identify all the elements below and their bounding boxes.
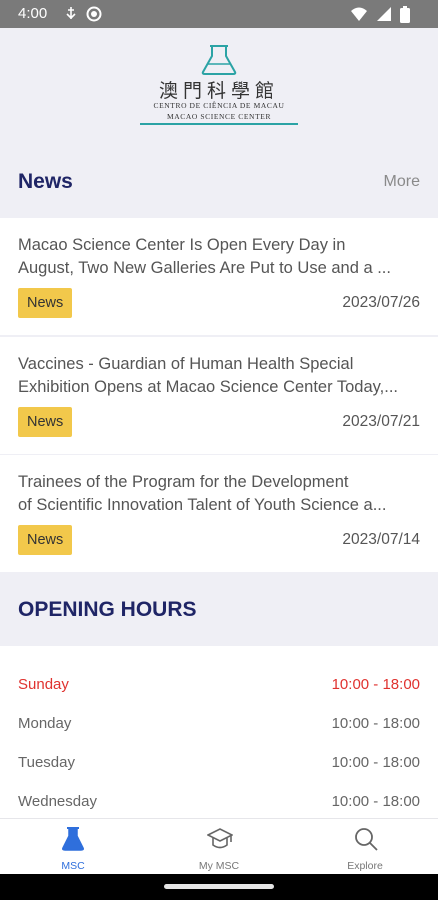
status-bar: 4:00 [0,0,438,28]
nav-tab-label: Explore [347,860,383,872]
opening-hours-header: OPENING HOURS [0,578,438,638]
logo-english-name: MACAO SCIENCE CENTER [166,112,272,121]
hours-value: 10:00 - 18:00 [331,754,420,771]
hours-row-sunday: Sunday 10:00 - 18:00 [18,676,420,700]
news-item-title-line: Vaccines - Guardian of Human Health Spec… [18,355,354,373]
hours-value: 10:00 - 18:00 [331,676,420,693]
news-item-date: 2023/07/21 [342,413,420,430]
home-gesture-handle[interactable] [164,884,274,889]
status-time: 4:00 [18,5,48,22]
nav-tab-label: My MSC [198,860,240,872]
news-item-title-line: August, Two New Galleries Are Put to Use… [18,259,391,277]
nav-tab-label: MSC [61,860,85,872]
hours-row-wednesday: Wednesday 10:00 - 18:00 [18,793,420,817]
news-item[interactable]: Trainees of the Program for the Developm… [0,455,438,572]
news-item-title: Trainees of the Program for the Developm… [18,471,422,517]
battery-icon [400,6,410,23]
logo-portuguese-name: CENTRO DE CIÊNCIA DE MACAU [153,101,285,110]
system-navigation-bar [0,874,438,900]
logo-chinese-name: 澳門科學館 [158,80,279,102]
news-heading: News [18,170,73,193]
bottom-navigation: MSC My MSC Explore [0,818,438,875]
news-item-title-line: Trainees of the Program for the Developm… [18,473,349,491]
day-label: Monday [18,715,72,732]
news-category-badge: News [18,525,73,555]
opening-hours-list: Sunday 10:00 - 18:00 Monday 10:00 - 18:0… [0,646,438,818]
news-item-date: 2023/07/14 [342,531,420,548]
hours-value: 10:00 - 18:00 [331,793,420,810]
logo-underline [140,123,298,125]
hours-row-monday: Monday 10:00 - 18:00 [18,715,420,739]
news-item-date: 2023/07/26 [342,294,420,311]
news-item-title-line: of Scientific Innovation Talent of Youth… [18,496,387,514]
news-category-badge: News [18,407,73,437]
app-notification-icon [86,6,102,22]
news-item-title: Vaccines - Guardian of Human Health Spec… [18,353,422,399]
news-item[interactable]: Vaccines - Guardian of Human Health Spec… [0,337,438,454]
news-item[interactable]: Macao Science Center Is Open Every Day i… [0,218,438,335]
day-label: Sunday [18,676,69,693]
opening-hours-heading: OPENING HOURS [18,598,197,621]
graduation-cap-icon [207,828,233,849]
signal-icon [377,7,391,21]
nav-tab-explore[interactable]: Explore [292,819,438,875]
news-item-title: Macao Science Center Is Open Every Day i… [18,234,422,280]
nav-tab-my-msc[interactable]: My MSC [146,819,292,875]
hours-row-tuesday: Tuesday 10:00 - 18:00 [18,754,420,778]
news-item-title-line: Exhibition Opens at Macao Science Center… [18,378,399,396]
nav-tab-msc[interactable]: MSC [0,819,146,875]
news-category-badge: News [18,288,73,318]
news-item-title-line: Macao Science Center Is Open Every Day i… [18,236,346,254]
news-more-link[interactable]: More [384,173,420,191]
day-label: Tuesday [18,754,75,771]
flask-icon [62,827,84,851]
flask-logo-icon [201,45,237,75]
usb-debug-icon [66,7,76,20]
search-icon [355,828,378,851]
day-label: Wednesday [18,793,97,810]
hours-value: 10:00 - 18:00 [331,715,420,732]
wifi-icon [351,7,367,21]
news-section-header: News More [0,152,438,212]
app-logo: 澳門科學館 CENTRO DE CIÊNCIA DE MACAU MACAO S… [0,28,438,138]
